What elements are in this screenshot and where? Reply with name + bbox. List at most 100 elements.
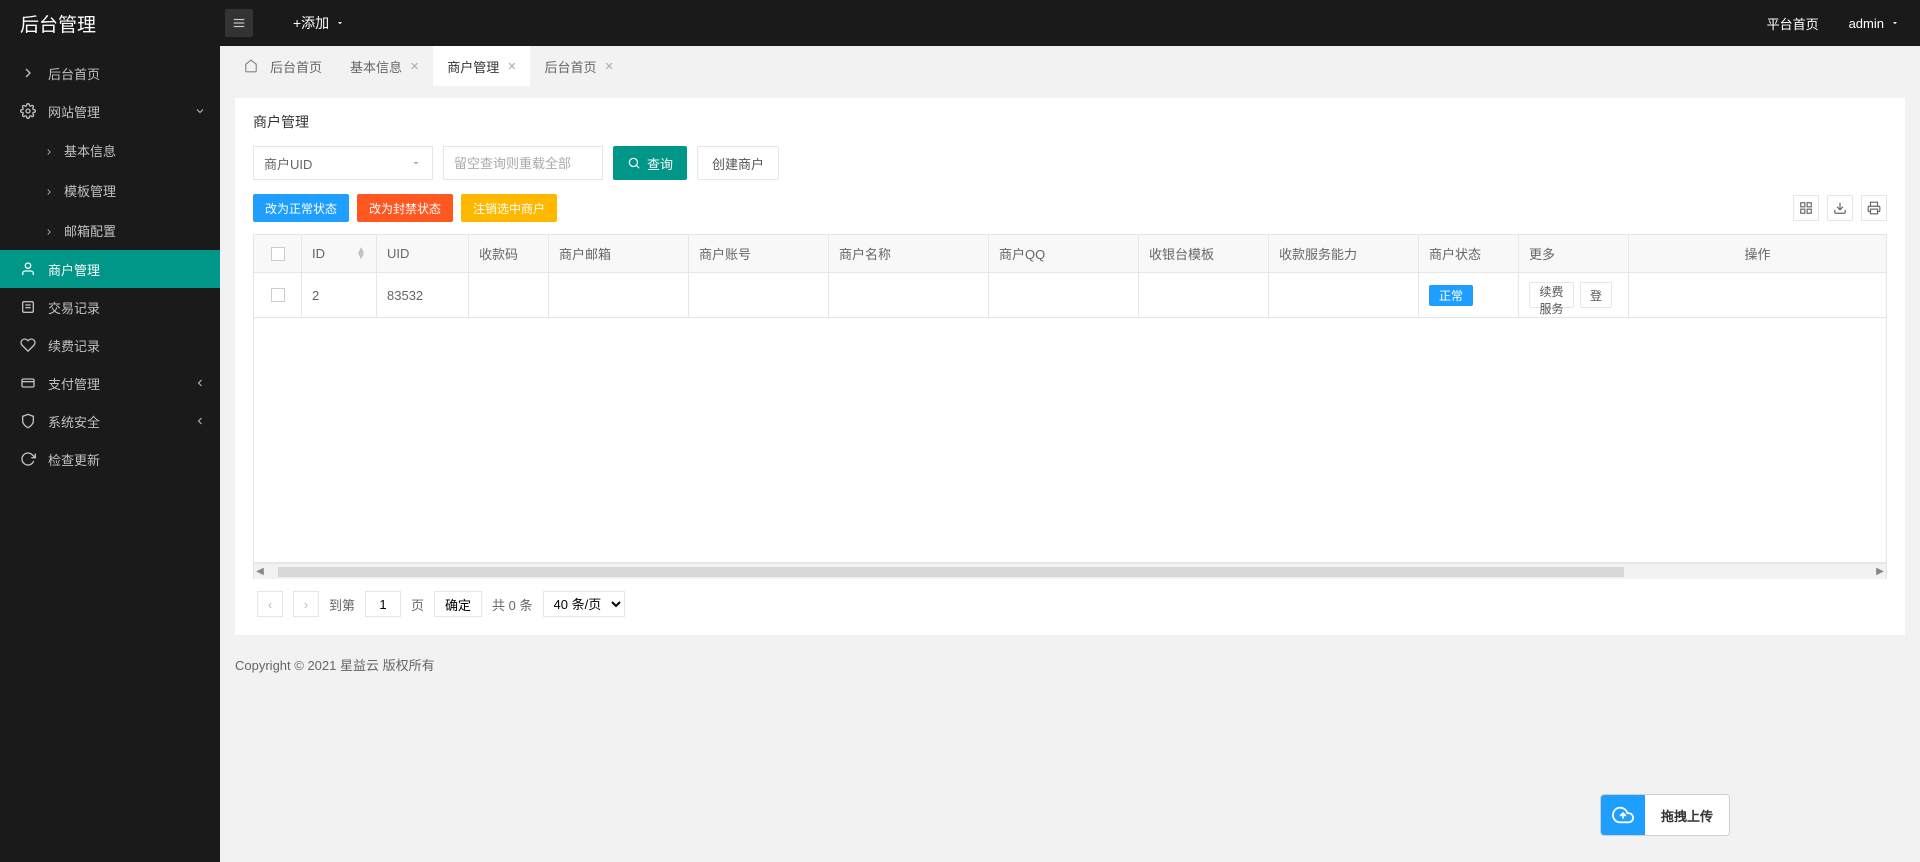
bulk-action-row: 改为正常状态 改为封禁状态 注销选中商户 — [253, 194, 1887, 222]
td-checkbox — [254, 273, 302, 318]
table-header: ID▲▼ UID 收款码 商户邮箱 商户账号 商户名称 商户QQ 收银台模板 收… — [254, 235, 1886, 273]
td-capability — [1269, 273, 1419, 318]
sidebar-sub-mail-config[interactable]: 邮箱配置 — [0, 210, 220, 250]
sidebar-item-renewal-records[interactable]: 续费记录 — [0, 326, 220, 364]
th-qq[interactable]: 商户QQ — [989, 235, 1139, 273]
close-icon[interactable]: ✕ — [410, 60, 419, 73]
sidebar: 后台首页 网站管理 基本信息 模板管理 邮箱配置 商户管理 — [0, 46, 220, 862]
page-unit-label: 页 — [411, 595, 424, 614]
sidebar-sub-basic-info[interactable]: 基本信息 — [0, 130, 220, 170]
td-uid: 83532 — [377, 273, 469, 318]
goto-label: 到第 — [329, 595, 355, 614]
export-tool-button[interactable] — [1827, 195, 1853, 221]
tab-merchant-manage[interactable]: 商户管理 ✕ — [433, 46, 530, 86]
close-icon[interactable]: ✕ — [605, 60, 614, 73]
sidebar-item-merchant-manage[interactable]: 商户管理 — [0, 250, 220, 288]
bulk-ban-button[interactable]: 改为封禁状态 — [357, 194, 453, 222]
drag-upload-button[interactable]: 拖拽上传 — [1600, 794, 1730, 836]
th-checkbox — [254, 235, 302, 273]
add-dropdown[interactable]: +添加 — [293, 13, 345, 33]
chevron-down-icon — [1890, 18, 1900, 28]
per-page-select[interactable]: 40 条/页 — [543, 591, 625, 617]
chevron-left-icon — [194, 415, 206, 427]
tab-home-dup[interactable]: 后台首页 ✕ — [530, 46, 627, 86]
scrollbar-thumb[interactable] — [278, 567, 1624, 577]
sidebar-sub-template-manage[interactable]: 模板管理 — [0, 170, 220, 210]
row-checkbox[interactable] — [271, 288, 285, 302]
heart-icon — [20, 337, 36, 353]
th-template[interactable]: 收银台模板 — [1139, 235, 1269, 273]
page-input[interactable] — [365, 591, 401, 617]
td-email — [549, 273, 689, 318]
filter-row: 商户UID 查询 创建商户 — [253, 146, 1887, 180]
th-uid[interactable]: UID — [377, 235, 469, 273]
sidebar-item-security[interactable]: 系统安全 — [0, 402, 220, 440]
chevron-down-icon — [410, 157, 422, 169]
sidebar-item-site-manage[interactable]: 网站管理 — [0, 92, 220, 130]
renew-service-button[interactable]: 续费服务 — [1529, 282, 1574, 308]
sidebar-item-label: 网站管理 — [48, 102, 100, 121]
search-input[interactable] — [443, 146, 603, 180]
gear-icon — [20, 103, 36, 119]
th-email[interactable]: 商户邮箱 — [549, 235, 689, 273]
bulk-normal-button[interactable]: 改为正常状态 — [253, 194, 349, 222]
merchant-table: ID▲▼ UID 收款码 商户邮箱 商户账号 商户名称 商户QQ 收银台模板 收… — [253, 234, 1887, 579]
tab-label: 后台首页 — [544, 57, 596, 76]
sidebar-sub-label: 邮箱配置 — [64, 221, 116, 240]
sidebar-item-label: 商户管理 — [48, 260, 100, 279]
status-badge: 正常 — [1429, 285, 1473, 306]
th-name[interactable]: 商户名称 — [829, 235, 989, 273]
refresh-icon — [20, 451, 36, 467]
cancel-button[interactable]: 注销 — [1782, 282, 1824, 308]
tab-basic-info[interactable]: 基本信息 ✕ — [336, 46, 433, 86]
total-label: 共 0 条 — [492, 595, 532, 614]
shield-icon — [20, 413, 36, 429]
pagination: ‹ › 到第 页 确定 共 0 条 40 条/页 — [253, 579, 1887, 619]
list-icon — [20, 299, 36, 315]
sidebar-item-label: 检查更新 — [48, 450, 100, 469]
login-button[interactable]: 登录 — [1733, 282, 1775, 308]
upload-label: 拖拽上传 — [1645, 806, 1729, 825]
sidebar-item-check-update[interactable]: 检查更新 — [0, 440, 220, 478]
platform-home-link[interactable]: 平台首页 — [1767, 14, 1819, 33]
tab-home[interactable]: 后台首页 — [230, 46, 336, 86]
card-title: 商户管理 — [253, 112, 1887, 132]
th-skm[interactable]: 收款码 — [469, 235, 549, 273]
th-more[interactable]: 更多 — [1519, 235, 1629, 273]
th-capability[interactable]: 收款服务能力 — [1269, 235, 1419, 273]
td-account — [689, 273, 829, 318]
next-page-button[interactable]: › — [293, 591, 319, 617]
query-button[interactable]: 查询 — [613, 146, 687, 180]
chevron-down-icon — [335, 18, 345, 28]
bulk-delete-button[interactable]: 注销选中商户 — [461, 194, 557, 222]
prev-page-button[interactable]: ‹ — [257, 591, 283, 617]
sidebar-item-transactions[interactable]: 交易记录 — [0, 288, 220, 326]
horizontal-scrollbar[interactable]: ◀ ▶ — [254, 563, 1886, 579]
filter-field-select[interactable]: 商户UID — [253, 146, 433, 180]
search-icon — [627, 156, 641, 170]
chevron-right-icon — [44, 225, 54, 235]
page-confirm-button[interactable]: 确定 — [434, 591, 482, 617]
query-label: 查询 — [647, 154, 673, 173]
edit-button[interactable]: 编辑 — [1685, 282, 1727, 308]
select-value: 商户UID — [264, 154, 312, 173]
close-icon[interactable]: ✕ — [507, 60, 516, 73]
th-operations[interactable]: 操作 — [1629, 235, 1886, 273]
th-id[interactable]: ID▲▼ — [302, 235, 377, 273]
td-qq — [989, 273, 1139, 318]
td-operations: 编辑 登录 注销 — [1629, 273, 1886, 318]
create-merchant-button[interactable]: 创建商户 — [697, 146, 779, 180]
select-all-checkbox[interactable] — [271, 247, 285, 261]
columns-tool-button[interactable] — [1793, 195, 1819, 221]
menu-icon — [232, 16, 246, 30]
th-account[interactable]: 商户账号 — [689, 235, 829, 273]
th-status[interactable]: 商户状态 — [1419, 235, 1519, 273]
menu-toggle-button[interactable] — [225, 9, 253, 37]
chevron-down-icon — [194, 105, 206, 117]
sidebar-item-home[interactable]: 后台首页 — [0, 54, 220, 92]
td-name — [829, 273, 989, 318]
extra-button[interactable]: 登 — [1580, 282, 1612, 308]
print-tool-button[interactable] — [1861, 195, 1887, 221]
sidebar-item-payment-manage[interactable]: 支付管理 — [0, 364, 220, 402]
admin-dropdown[interactable]: admin — [1849, 16, 1900, 31]
